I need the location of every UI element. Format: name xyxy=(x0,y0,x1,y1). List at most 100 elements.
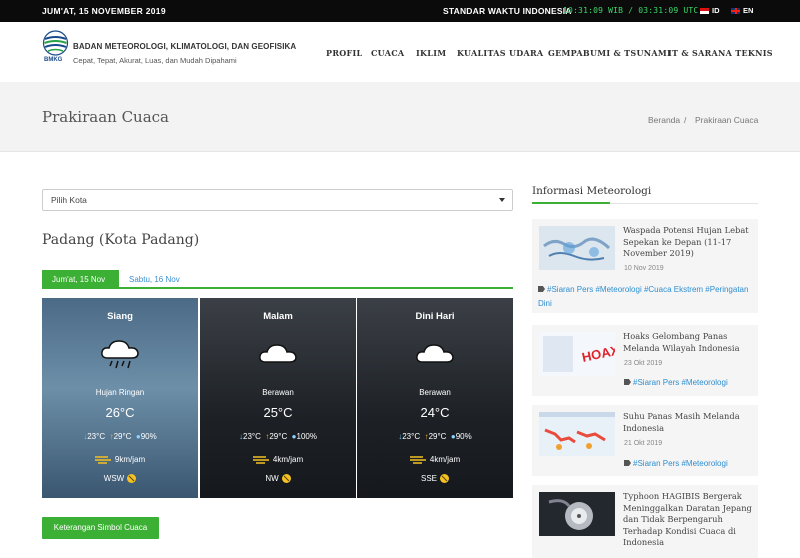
nav-iklim[interactable]: IKLIM xyxy=(416,48,446,58)
nav-cuaca[interactable]: CUACA xyxy=(371,48,404,58)
city-name: Padang (Kota Padang) xyxy=(42,232,200,248)
temp-min: 23°C xyxy=(402,432,421,441)
nav-kualitas-udara[interactable]: KUALITAS UDARA xyxy=(457,48,543,58)
nav-gempabumi-tsunami[interactable]: GEMPABUMI & TSUNAMI xyxy=(548,48,671,58)
tab-day-1[interactable]: Jum'at, 15 Nov xyxy=(42,270,119,289)
compass-icon xyxy=(127,474,137,483)
breadcrumb-current: Prakiraan Cuaca xyxy=(695,115,759,125)
humidity: 90% xyxy=(140,432,157,441)
day-tabs: Jum'at, 15 Nov Sabtu, 16 Nov xyxy=(42,270,513,289)
news-item[interactable]: Typhoon HAGIBIS Bergerak Meninggalkan Da… xyxy=(532,485,758,558)
site-header: BMKG BADAN METEOROLOGI, KLIMATOLOGI, DAN… xyxy=(0,22,800,82)
news-title: Waspada Potensi Hujan Lebat Sepekan ke D… xyxy=(623,225,749,258)
wind-icon xyxy=(409,456,426,464)
wind-speed-row: 4km/jam xyxy=(357,455,513,464)
wind-speed: 9km/jam xyxy=(114,455,146,464)
news-tags[interactable]: #Siaran Pers #Meteorologi xyxy=(624,457,754,471)
temperature-stats: ↓23°C ↑29°C ●90% xyxy=(42,432,198,441)
language-en-link[interactable]: EN xyxy=(731,6,753,15)
news-thumbnail xyxy=(539,412,615,456)
sidebar-title-underline xyxy=(532,202,758,204)
weather-condition: Hujan Ringan xyxy=(95,388,145,397)
forecast-card-dini-hari: Dini Hari Berawan 24°C ↓23°C ↑29°C ●90% … xyxy=(357,298,513,498)
tag-icon xyxy=(538,286,545,292)
tag-icon xyxy=(624,379,631,385)
news-date: 10 Nov 2019 xyxy=(624,265,664,272)
page-title-band: Prakiraan Cuaca Beranda / Prakiraan Cuac… xyxy=(0,82,800,152)
news-tags[interactable]: #Siaran Pers #Meteorologi #Cuaca Ekstrem… xyxy=(538,283,754,311)
wind-speed: 4km/jam xyxy=(429,455,461,464)
city-select-value: Pilih Kota xyxy=(51,195,87,205)
cloudy-icon xyxy=(416,344,454,363)
news-tags[interactable]: #Siaran Pers #Meteorologi xyxy=(624,376,754,390)
organization-tagline: Cepat, Tepat, Akurat, Luas, dan Mudah Di… xyxy=(73,56,237,65)
wind-icon xyxy=(252,456,269,464)
wind-direction-row: WSW xyxy=(42,474,198,483)
chevron-down-icon xyxy=(499,198,505,202)
news-date: 23 Okt 2019 xyxy=(624,360,663,367)
temp-max: 29°C xyxy=(113,432,132,441)
temp-max: 29°C xyxy=(428,432,447,441)
temperature-stats: ↓23°C ↑29°C ●90% xyxy=(357,432,513,441)
news-thumbnail xyxy=(539,226,615,270)
sidebar-title: Informasi Meteorologi xyxy=(532,185,652,197)
compass-icon xyxy=(440,474,449,483)
language-id-link[interactable]: ID xyxy=(700,6,720,15)
temp-min: 23°C xyxy=(87,432,106,441)
wind-icon xyxy=(94,456,111,464)
wind-direction: WSW xyxy=(103,474,125,483)
wind-speed-row: 9km/jam xyxy=(42,455,198,464)
humidity: 100% xyxy=(296,432,317,441)
cloudy-icon xyxy=(259,344,297,363)
news-thumbnail xyxy=(539,492,615,536)
page-title: Prakiraan Cuaca xyxy=(42,108,170,126)
logo-wordmark: BMKG xyxy=(44,57,63,63)
temp-min: 23°C xyxy=(243,432,261,441)
weather-condition: Berawan xyxy=(419,388,451,397)
news-title: Typhoon HAGIBIS Bergerak Meninggalkan Da… xyxy=(623,491,752,547)
news-thumbnail: HOAX xyxy=(539,332,615,376)
rain-map-thumbnail xyxy=(539,226,615,270)
wind-speed-row: 4km/jam xyxy=(200,455,356,464)
temperature: 26°C xyxy=(105,405,135,420)
temperature-stats: ↓23°C ↑29°C ●100% xyxy=(200,432,356,441)
hoax-thumbnail: HOAX xyxy=(539,332,615,376)
temp-max: 29°C xyxy=(269,432,288,441)
forecast-card-siang: Siang Hujan Ringan 26°C ↓23°C ↑29°C ●90%… xyxy=(42,298,198,498)
weather-condition: Berawan xyxy=(262,388,294,397)
temperature: 25°C xyxy=(263,405,293,420)
news-item[interactable]: HOAX Hoaks Gelombang Panas Melanda Wilay… xyxy=(532,325,758,396)
forecast-period: Dini Hari xyxy=(415,311,455,322)
wind-direction-row: NW xyxy=(200,474,356,483)
wind-speed: 4km/jam xyxy=(272,455,304,464)
temperature: 24°C xyxy=(420,405,450,420)
tab-day-2[interactable]: Sabtu, 16 Nov xyxy=(119,270,190,289)
temperature-map-thumbnail xyxy=(539,412,615,456)
news-item[interactable]: Suhu Panas Masih Melanda Indonesia 21 Ok… xyxy=(532,405,758,476)
indonesia-flag-icon xyxy=(700,8,709,14)
weather-symbol-legend-button[interactable]: Keterangan Simbol Cuaca xyxy=(42,517,159,539)
top-bar: JUM'AT, 15 NOVEMBER 2019 STANDAR WAKTU I… xyxy=(0,0,800,22)
news-item[interactable]: Waspada Potensi Hujan Lebat Sepekan ke D… xyxy=(532,219,758,313)
tag-icon xyxy=(624,460,631,466)
organization-name: BADAN METEOROLOGI, KLIMATOLOGI, DAN GEOF… xyxy=(73,42,297,51)
compass-icon xyxy=(281,474,291,483)
standard-time-label: STANDAR WAKTU INDONESIA xyxy=(443,6,572,16)
humidity: 90% xyxy=(455,432,472,441)
wind-direction: NW xyxy=(265,474,279,483)
breadcrumb-home[interactable]: Beranda xyxy=(648,115,680,125)
forecast-card-malam: Malam Berawan 25°C ↓23°C ↑29°C ●100% 4km… xyxy=(200,298,356,498)
breadcrumb-separator: / xyxy=(684,115,687,125)
nav-profil[interactable]: PROFIL xyxy=(326,48,362,58)
forecast-period: Siang xyxy=(107,311,133,322)
forecast-period: Malam xyxy=(263,311,293,322)
typhoon-satellite-thumbnail xyxy=(539,492,615,536)
city-select[interactable]: Pilih Kota xyxy=(42,189,513,211)
wind-direction: SSE xyxy=(420,474,437,483)
live-clock: 10:31:09 WIB / 03:31:09 UTC xyxy=(563,6,699,15)
news-title: Suhu Panas Masih Melanda Indonesia xyxy=(623,411,740,433)
uk-flag-icon xyxy=(731,8,740,14)
nav-it-sarana-teknis[interactable]: IT & SARANA TEKNIS xyxy=(668,48,773,58)
news-title: Hoaks Gelombang Panas Melanda Wilayah In… xyxy=(623,331,740,353)
light-rain-icon xyxy=(101,340,139,369)
